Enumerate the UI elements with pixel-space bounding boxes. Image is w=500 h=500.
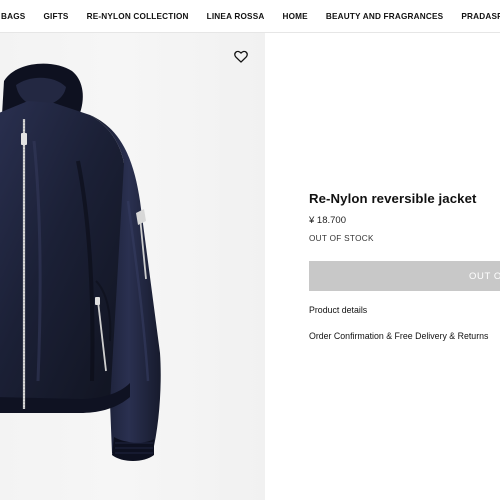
delivery-returns-link[interactable]: Order Confirmation & Free Delivery & Ret… [309,331,488,341]
heart-icon [234,50,248,63]
product-jacket-image [0,63,161,461]
out-of-stock-button[interactable]: OUT OF STOCK [309,261,500,291]
wishlist-button[interactable] [232,47,250,65]
nav-item-pradasphere[interactable]: PRADASPHERE [452,12,500,21]
product-page: BAGS GIFTS RE-NYLON COLLECTION LINEA ROS… [0,0,500,500]
stock-status: OUT OF STOCK [309,234,374,243]
nav-item-linea-rossa[interactable]: LINEA ROSSA [198,12,274,21]
product-title: Re-Nylon reversible jacket [309,191,477,206]
product-details-link[interactable]: Product details [309,305,367,315]
nav-item-gifts[interactable]: GIFTS [34,12,77,21]
nav-item-re-nylon-collection[interactable]: RE-NYLON COLLECTION [78,12,198,21]
top-navigation: BAGS GIFTS RE-NYLON COLLECTION LINEA ROS… [0,0,500,33]
product-image-panel [0,33,265,500]
product-info-panel: Re-Nylon reversible jacket ¥ 18.700 OUT … [265,33,500,500]
nav-item-home[interactable]: HOME [273,12,316,21]
nav-item-beauty-and-fragrances[interactable]: BEAUTY AND FRAGRANCES [317,12,452,21]
product-price: ¥ 18.700 [309,215,346,226]
nav-item-bags[interactable]: BAGS [0,12,34,21]
